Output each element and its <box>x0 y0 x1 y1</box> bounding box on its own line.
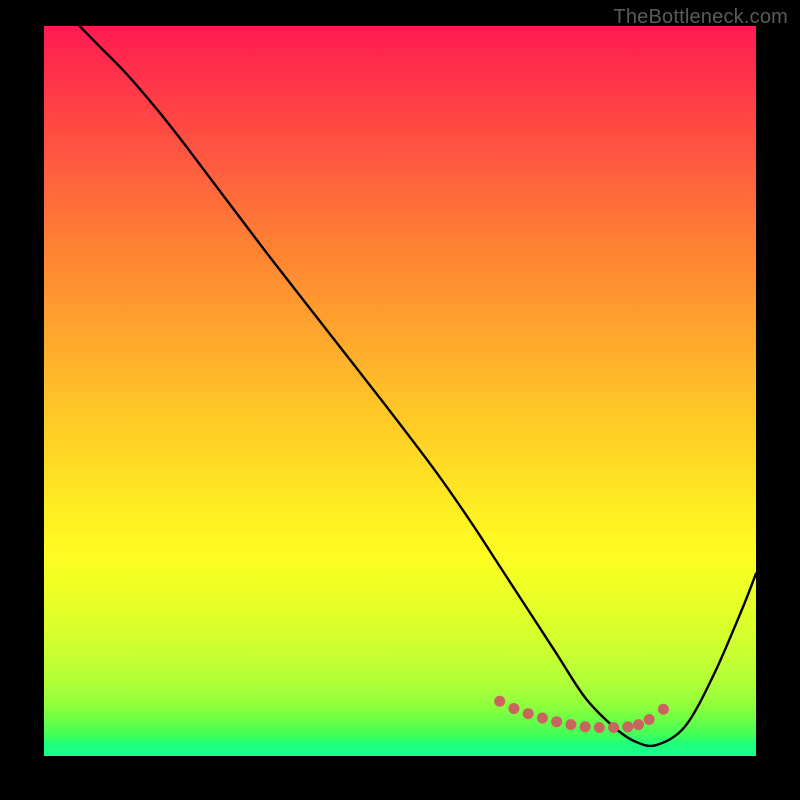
highlight-dot <box>551 716 562 727</box>
highlight-dot <box>494 696 505 707</box>
highlight-dot <box>537 713 548 724</box>
highlight-dot <box>644 714 655 725</box>
highlight-dot <box>508 703 519 714</box>
watermark-text: TheBottleneck.com <box>613 6 788 29</box>
plot-area <box>44 26 756 756</box>
highlight-dot <box>622 721 633 732</box>
highlight-dot <box>658 704 669 715</box>
highlight-dot <box>565 719 576 730</box>
chart-svg <box>44 26 756 756</box>
highlight-dot <box>594 722 605 733</box>
highlight-dot <box>633 719 644 730</box>
highlight-dots <box>494 696 669 733</box>
highlight-dot <box>580 721 591 732</box>
highlight-dot <box>523 708 534 719</box>
curve-line <box>80 26 756 746</box>
highlight-dot <box>608 722 619 733</box>
